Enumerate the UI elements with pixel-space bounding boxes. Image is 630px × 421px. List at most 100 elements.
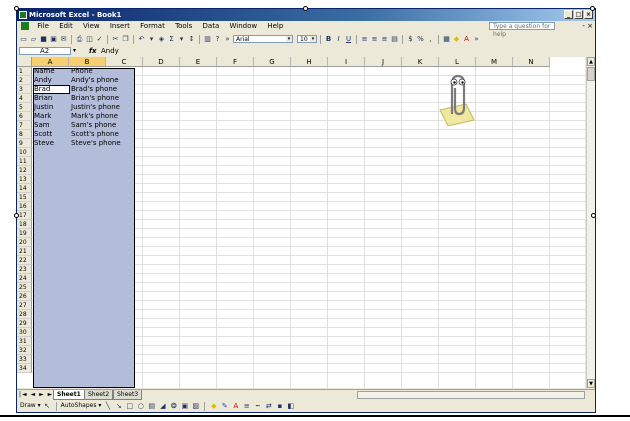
row-header-1[interactable]: 1 (17, 67, 32, 76)
hyperlink-icon[interactable]: ◈ (157, 35, 166, 44)
undo-dropdown-icon[interactable]: ▾ (147, 35, 156, 44)
worksheet-grid[interactable]: A B C D E F G H I J K L M N 1 2 3 4 5 6 7 8 9 10 11 12 13 14 15 16 17 1… (17, 57, 585, 388)
row-header-24[interactable]: 24 (17, 274, 32, 283)
row-header-28[interactable]: 28 (17, 310, 32, 319)
horizontal-scrollbar[interactable] (357, 391, 585, 399)
column-header-d[interactable]: D (143, 57, 180, 67)
menu-edit[interactable]: Edit (55, 21, 77, 32)
restore-button[interactable]: □ (574, 10, 583, 19)
print-preview-icon[interactable]: ◫ (85, 35, 94, 44)
column-header-h[interactable]: H (291, 57, 328, 67)
row-header-29[interactable]: 29 (17, 319, 32, 328)
column-header-c[interactable]: C (106, 57, 143, 67)
textbox-icon[interactable]: ▤ (147, 402, 156, 411)
scroll-up-icon[interactable]: ▲ (587, 57, 595, 66)
arrow-icon[interactable]: ↘ (114, 402, 123, 411)
insert-function-button[interactable]: fx (89, 46, 97, 56)
column-header-m[interactable]: M (476, 57, 513, 67)
row-header-33[interactable]: 33 (17, 355, 32, 364)
draw-menu[interactable]: Draw ▾ (20, 400, 41, 412)
row-header-21[interactable]: 21 (17, 247, 32, 256)
name-box[interactable]: A2 (19, 47, 71, 55)
merge-center-icon[interactable]: ▤ (390, 35, 399, 44)
column-header-j[interactable]: J (365, 57, 402, 67)
cell-b1[interactable]: Phone (69, 67, 93, 76)
line-icon[interactable]: ╲ (103, 402, 112, 411)
cell-b9[interactable]: Steve's phone (69, 139, 121, 148)
cell-a9[interactable]: Steve (32, 139, 54, 148)
resize-handle[interactable] (590, 6, 595, 11)
print-icon[interactable]: ⎙ (75, 35, 84, 44)
permission-icon[interactable]: ▣ (49, 35, 58, 44)
row-header-8[interactable]: 8 (17, 130, 32, 139)
toolbar-options-icon[interactable]: » (223, 35, 232, 44)
comma-button[interactable]: , (426, 35, 435, 44)
column-header-e[interactable]: E (180, 57, 217, 67)
row-header-5[interactable]: 5 (17, 103, 32, 112)
currency-button[interactable]: $ (406, 35, 415, 44)
row-header-27[interactable]: 27 (17, 301, 32, 310)
spelling-icon[interactable]: ✓ (95, 35, 104, 44)
cell-b4[interactable]: Brian's phone (69, 94, 119, 103)
autosum-icon[interactable]: Σ (167, 35, 176, 44)
percent-button[interactable]: % (416, 35, 425, 44)
column-header-n[interactable]: N (513, 57, 550, 67)
row-header-30[interactable]: 30 (17, 328, 32, 337)
scroll-down-icon[interactable]: ▼ (587, 379, 595, 388)
underline-button[interactable]: U (344, 35, 353, 44)
cell-b8[interactable]: Scott's phone (69, 130, 119, 139)
row-header-3[interactable]: 3 (17, 85, 32, 94)
row-header-2[interactable]: 2 (17, 76, 32, 85)
row-header-10[interactable]: 10 (17, 148, 32, 157)
picture-icon[interactable]: ▨ (191, 402, 200, 411)
row-header-25[interactable]: 25 (17, 283, 32, 292)
email-icon[interactable]: ✉ (59, 35, 68, 44)
dash-style-icon[interactable]: ┅ (253, 402, 262, 411)
cell-a3[interactable]: Brad (32, 85, 50, 94)
menu-tools[interactable]: Tools (171, 21, 196, 32)
workbook-icon[interactable] (21, 22, 29, 30)
resize-handle[interactable] (303, 6, 308, 11)
cell-a7[interactable]: Sam (32, 121, 50, 130)
row-header-32[interactable]: 32 (17, 346, 32, 355)
autoshapes-menu[interactable]: AutoShapes ▾ (61, 400, 102, 412)
tab-sheet3[interactable]: Sheet3 (113, 390, 143, 400)
tab-sheet1[interactable]: Sheet1 (53, 390, 85, 400)
cell-a4[interactable]: Brian (32, 94, 52, 103)
cell-a5[interactable]: Justin (32, 103, 53, 112)
font-size-select[interactable]: 10 ▾ (297, 35, 317, 43)
scroll-thumb[interactable] (587, 67, 595, 81)
font-select[interactable]: Arial ▾ (233, 35, 293, 43)
align-center-icon[interactable]: ≡ (370, 35, 379, 44)
row-header-22[interactable]: 22 (17, 256, 32, 265)
borders-icon[interactable]: ▦ (442, 35, 451, 44)
resize-handle[interactable] (591, 213, 596, 218)
line-style-icon[interactable]: ≡ (242, 402, 251, 411)
align-left-icon[interactable]: ≡ (360, 35, 369, 44)
row-header-4[interactable]: 4 (17, 94, 32, 103)
fill-color-icon[interactable]: ◆ (209, 402, 218, 411)
menu-window[interactable]: Window (226, 21, 262, 32)
font-color-icon[interactable]: A (231, 402, 240, 411)
resize-handle[interactable] (14, 6, 19, 11)
chart-icon[interactable]: ▥ (203, 35, 212, 44)
cell-b5[interactable]: Justin's phone (69, 103, 120, 112)
column-header-a[interactable]: A (32, 57, 69, 67)
cell-a6[interactable]: Mark (32, 112, 51, 121)
row-header-19[interactable]: 19 (17, 229, 32, 238)
cell-a1[interactable]: Name (32, 67, 55, 76)
column-header-i[interactable]: I (328, 57, 365, 67)
rectangle-icon[interactable]: □ (125, 402, 134, 411)
shadow-icon[interactable]: ▪ (275, 402, 284, 411)
help-icon[interactable]: ? (213, 35, 222, 44)
row-header-26[interactable]: 26 (17, 292, 32, 301)
minimize-button[interactable]: _ (564, 10, 573, 19)
row-header-20[interactable]: 20 (17, 238, 32, 247)
office-assistant-clippy[interactable] (436, 70, 476, 126)
column-header-k[interactable]: K (402, 57, 439, 67)
cut-icon[interactable]: ✂ (111, 35, 120, 44)
row-header-7[interactable]: 7 (17, 121, 32, 130)
bold-button[interactable]: B (324, 35, 333, 44)
select-all-button[interactable] (17, 57, 32, 67)
ask-question-box[interactable]: Type a question for help (489, 22, 555, 38)
